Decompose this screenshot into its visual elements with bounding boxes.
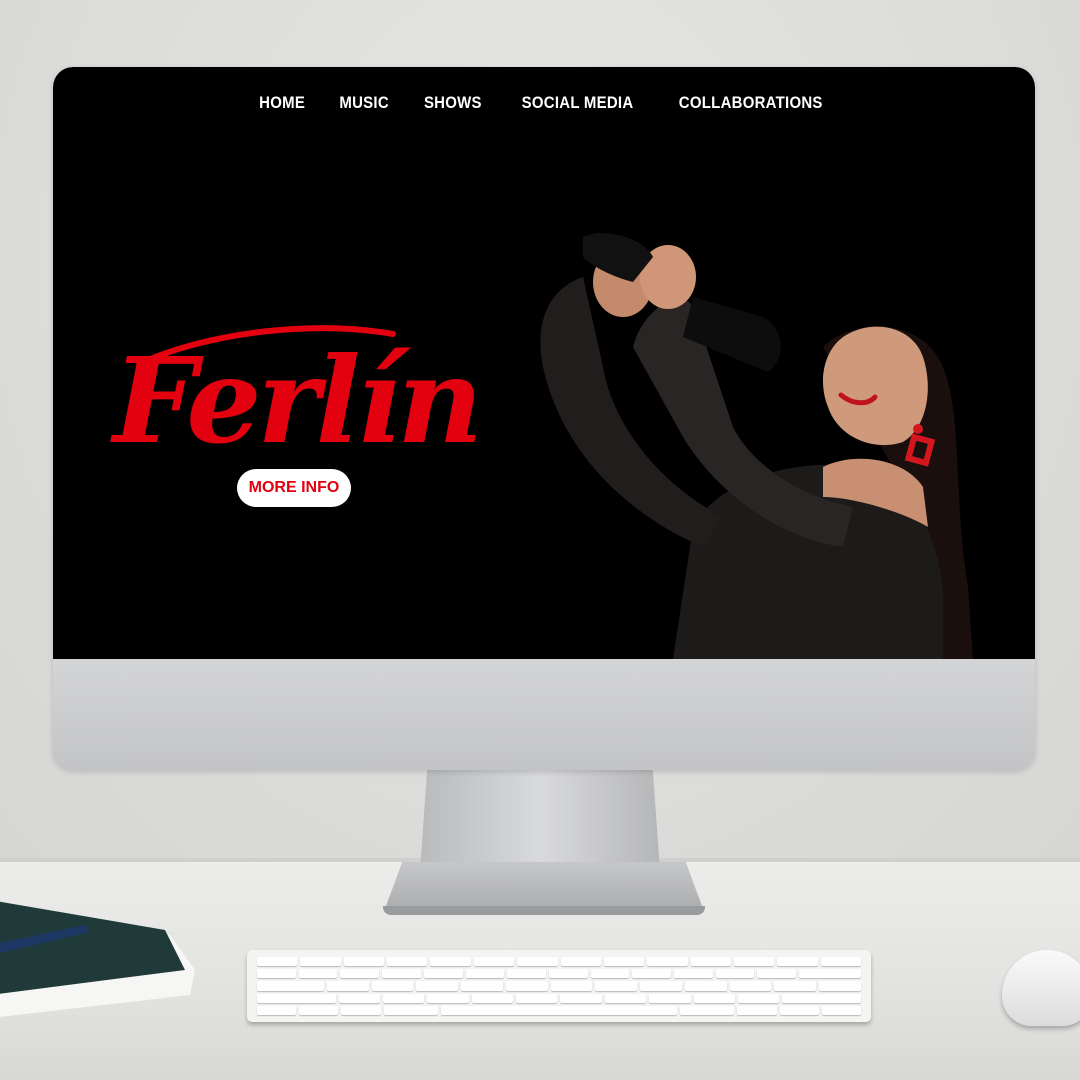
nav-shows[interactable]: SHOWS <box>424 93 482 113</box>
nav-home[interactable]: HOME <box>259 93 305 113</box>
logo-text: Ferlín <box>110 331 479 470</box>
website-screen: HOME MUSIC SHOWS SOCIAL MEDIA COLLABORAT… <box>53 67 1035 659</box>
monitor-chin <box>53 657 1035 770</box>
more-info-button[interactable]: MORE INFO <box>237 469 351 507</box>
ferlin-logo: Ferlín <box>110 325 483 470</box>
monitor: HOME MUSIC SHOWS SOCIAL MEDIA COLLABORAT… <box>53 67 1035 770</box>
nav-social-media[interactable]: SOCIAL MEDIA <box>521 93 633 113</box>
nav-collaborations[interactable]: COLLABORATIONS <box>679 93 823 113</box>
keyboard <box>247 950 871 1022</box>
monitor-stand-neck <box>420 770 660 870</box>
monitor-stand-lip <box>383 906 705 915</box>
main-nav: HOME MUSIC SHOWS SOCIAL MEDIA COLLABORAT… <box>53 93 1035 113</box>
notebook <box>0 901 195 1017</box>
singer-photo <box>540 233 973 659</box>
nav-music[interactable]: MUSIC <box>339 93 389 113</box>
